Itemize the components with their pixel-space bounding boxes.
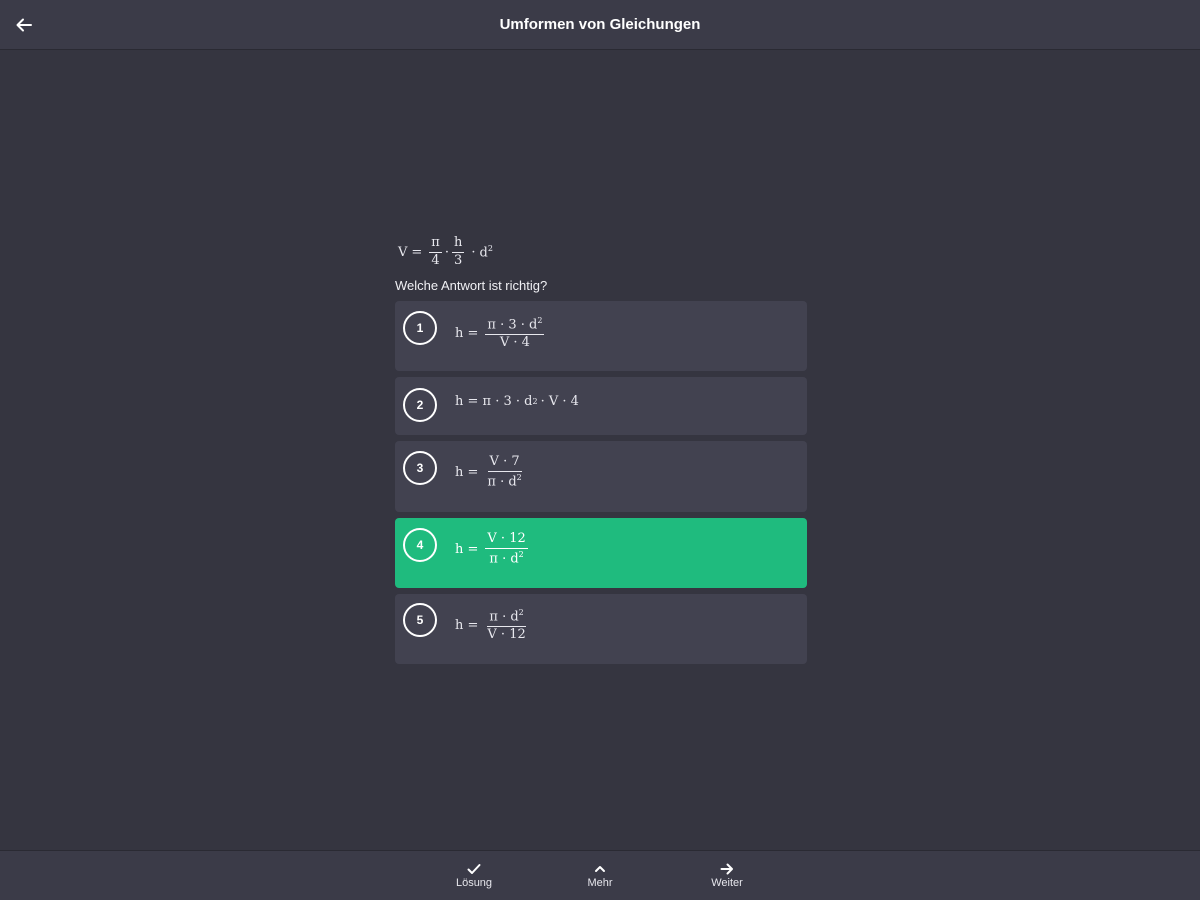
option-text-after: · V · 4: [540, 394, 579, 409]
option-fraction: π · 3 · d2 V · 4: [485, 316, 545, 351]
next-label: Weiter: [711, 877, 743, 889]
option-formula: h = π · 3 · d2 V · 4: [455, 316, 547, 351]
numerator-exponent: 2: [518, 608, 524, 617]
fraction-numerator: h: [451, 235, 465, 253]
option-number-badge: 4: [403, 528, 437, 562]
option-fraction: V · 12 π · d2: [485, 531, 528, 567]
option-lhs: h =: [455, 542, 479, 558]
option-number-badge: 1: [403, 311, 437, 345]
fraction-numerator: V · 12: [485, 531, 528, 549]
more-button[interactable]: Mehr: [565, 863, 635, 889]
fraction-denominator: 3: [454, 252, 463, 268]
option-number-badge: 5: [403, 603, 437, 637]
checkmark-icon: [467, 864, 481, 874]
answer-options: 1 h = π · 3 · d2 V · 4 2 h = π · 3 · d 2 ·…: [395, 301, 807, 664]
formula-fraction-h-3: h 3: [451, 235, 465, 269]
answer-option-1[interactable]: 1 h = π · 3 · d2 V · 4: [395, 301, 807, 371]
option-number-badge: 3: [403, 451, 437, 485]
fraction-denominator: π · d2: [487, 549, 525, 567]
option-formula: h = V · 12 π · d2: [455, 531, 531, 567]
formula-d-exponent: 2: [487, 243, 493, 253]
denominator-exponent: 2: [518, 549, 524, 559]
option-fraction: π · d2 V · 12: [485, 608, 527, 643]
next-button[interactable]: Weiter: [692, 863, 762, 889]
option-text: h = π · 3 · d: [455, 394, 533, 409]
option-lhs: h =: [455, 465, 479, 481]
option-number-badge: 2: [403, 388, 437, 422]
denominator-text: π · d: [487, 474, 517, 490]
top-bar: Umformen von Gleichungen: [0, 0, 1200, 50]
numerator-text: π · 3 · d: [487, 317, 538, 333]
given-formula: V = π 4 · h 3 · d2: [398, 232, 807, 272]
answer-option-3[interactable]: 3 h = V · 7 π · d2: [395, 441, 807, 512]
fraction-denominator: 4: [431, 252, 440, 268]
fraction-numerator: π · 3 · d2: [485, 316, 545, 336]
formula-dot: ·: [444, 244, 449, 260]
more-label: Mehr: [587, 877, 613, 889]
option-formula: h = π · d2 V · 12: [455, 608, 531, 643]
fraction-numerator: π · d2: [487, 608, 526, 628]
bottom-toolbar: Lösung Mehr Weiter: [0, 850, 1200, 900]
solution-label: Lösung: [455, 877, 493, 889]
numerator-text: π · d: [489, 609, 519, 625]
formula-d: d2: [480, 244, 493, 260]
denominator-exponent: 2: [516, 472, 522, 482]
page-title: Umformen von Gleichungen: [499, 16, 701, 33]
option-lhs: h =: [455, 326, 479, 342]
formula-lhs: V: [398, 244, 408, 260]
formula-fraction-pi-4: π 4: [429, 235, 442, 269]
fraction-denominator: V · 12: [487, 627, 526, 643]
chevron-up-icon: [595, 866, 605, 872]
option-formula: h = π · 3 · d 2 · V · 4: [455, 394, 579, 409]
arrow-right-icon: [720, 863, 733, 875]
answer-option-2[interactable]: 2 h = π · 3 · d 2 · V · 4: [395, 377, 807, 435]
fraction-denominator: V · 4: [499, 335, 530, 351]
solution-button[interactable]: Lösung: [439, 863, 509, 889]
option-formula: h = V · 7 π · d2: [455, 454, 527, 490]
option-lhs: h =: [455, 618, 479, 634]
answer-option-5[interactable]: 5 h = π · d2 V · 12: [395, 594, 807, 664]
question-prompt: Welche Antwort ist richtig?: [395, 278, 548, 293]
fraction-numerator: V · 7: [487, 454, 522, 472]
fraction-numerator: π: [429, 235, 442, 253]
option-fraction: V · 7 π · d2: [485, 454, 523, 490]
formula-dot: ·: [471, 244, 476, 260]
denominator-text: π · d: [489, 551, 519, 567]
option-exponent: 2: [532, 397, 538, 406]
exercise-content: V = π 4 · h 3 · d2 Welche Antwort ist ri…: [395, 232, 807, 664]
fraction-denominator: π · d2: [485, 472, 523, 490]
formula-d-base: d: [479, 245, 488, 261]
numerator-exponent: 2: [537, 316, 543, 325]
formula-equals: =: [411, 244, 423, 260]
answer-option-4[interactable]: 4 h = V · 12 π · d2: [395, 518, 807, 588]
